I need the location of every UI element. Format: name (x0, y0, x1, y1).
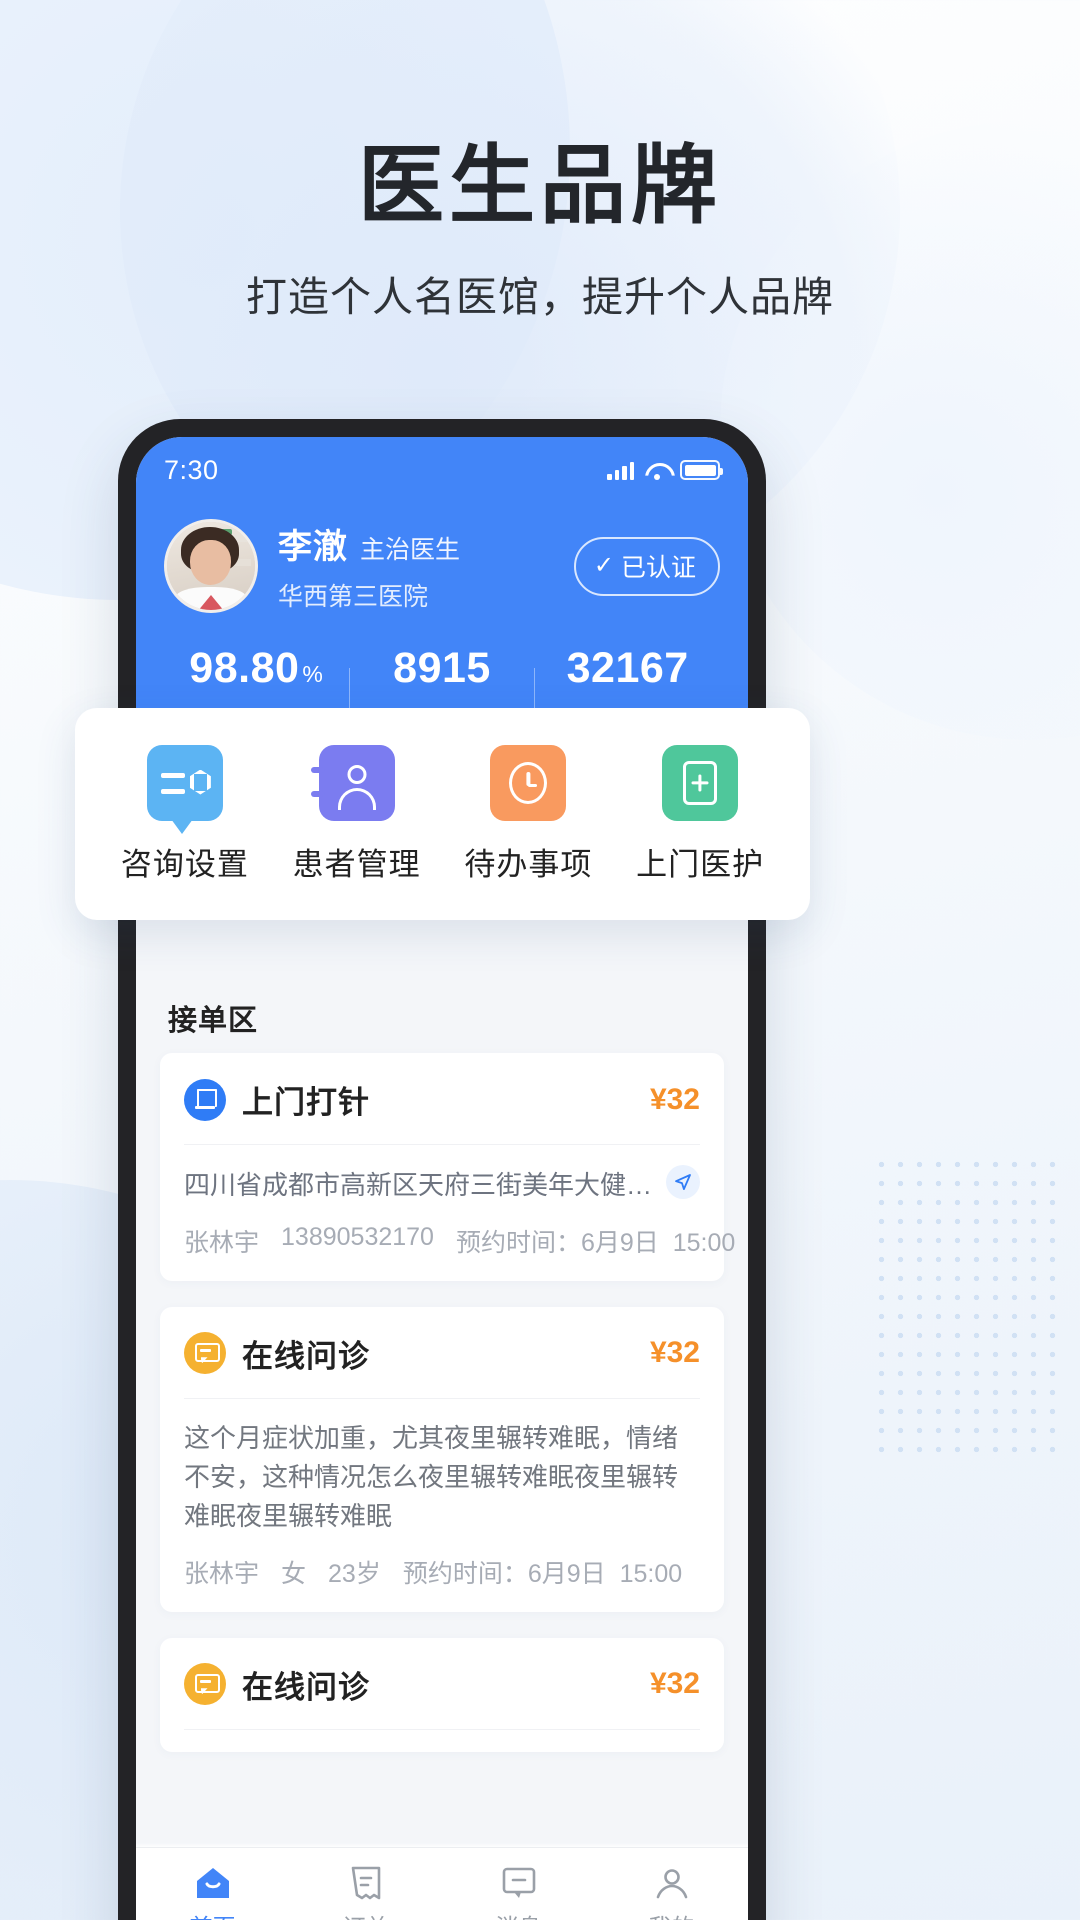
profile-icon (595, 1862, 748, 1904)
wifi-icon (645, 461, 669, 480)
section-title-orders: 接单区 (168, 1005, 259, 1037)
content-area: 接单区 上门打针 ¥32 四川省成都市高新区天府三街美年大健康体检中... 张林… (136, 997, 748, 1752)
order-price: ¥32 (649, 1336, 700, 1370)
order-card[interactable]: 在线问诊 ¥32 (160, 1637, 724, 1752)
doctor-text: 李澈 主治医生 华西第三医院 (278, 519, 460, 613)
stat-rating-unit: % (302, 661, 324, 687)
phone-screen: 7:30 李澈 主治医生 华西第三医院 ✓ 已认证 98.80 % 8915 3… (136, 437, 748, 1920)
chat-consult-icon (184, 1332, 226, 1375)
order-address-row: 四川省成都市高新区天府三街美年大健康体检中... (184, 1165, 700, 1205)
order-time: 15:00 (619, 1559, 683, 1588)
quick-action-patient-manage[interactable]: 患者管理 (277, 744, 437, 884)
stat-rating-value: 98.80 (189, 644, 300, 692)
quick-action-consult-settings[interactable]: 咨询设置 (105, 744, 265, 884)
tab-profile-label: 我的 (595, 1908, 748, 1920)
home-care-icon (662, 744, 739, 821)
todo-clock-icon (490, 744, 567, 821)
order-patient-name: 张林宇 (184, 1559, 260, 1588)
quick-actions-card: 咨询设置 患者管理 待办事项 上门医护 (75, 708, 810, 920)
message-icon (442, 1862, 595, 1904)
order-address: 四川省成都市高新区天府三街美年大健康体检中... (184, 1170, 654, 1200)
battery-icon (680, 460, 723, 480)
doctor-hospital: 华西第三医院 (278, 583, 429, 611)
order-header: 在线问诊 ¥32 (184, 1307, 700, 1399)
order-price: ¥32 (649, 1667, 700, 1701)
door-visit-icon (184, 1078, 226, 1121)
tab-messages-label: 消息 (442, 1908, 595, 1920)
order-icon (289, 1862, 442, 1904)
dot-pattern (872, 1155, 1062, 1455)
quick-action-label: 上门医护 (636, 846, 765, 882)
check-icon: ✓ (593, 551, 614, 579)
tab-home-label: 首页 (136, 1908, 289, 1920)
status-time: 7:30 (164, 454, 219, 485)
order-card[interactable]: 上门打针 ¥32 四川省成都市高新区天府三街美年大健康体检中... 张林宇 13… (160, 1053, 735, 1281)
order-patient-name: 张林宇 (184, 1228, 260, 1257)
tab-orders[interactable]: 订单 (289, 1862, 442, 1920)
signal-bars-icon (607, 461, 634, 480)
order-time: 15:00 (672, 1228, 736, 1257)
order-meta: 张林宇 女 23岁 预约时间：6月9日 15:00 (184, 1554, 700, 1590)
avatar (164, 519, 258, 613)
page-title: 医生品牌 (358, 138, 722, 234)
order-patient-phone: 13890532170 (281, 1222, 434, 1251)
quick-action-label: 待办事项 (464, 846, 593, 882)
stat-month-orders-value: 8915 (393, 644, 491, 692)
quick-action-home-care[interactable]: 上门医护 (620, 744, 780, 884)
order-description: 这个月症状加重，尤其夜里辗转难眠，情绪不安，这种情况怎么夜里辗转难眠夜里辗转难眠… (184, 1422, 679, 1531)
doctor-name: 李澈 (278, 528, 348, 566)
promo-headings: 医生品牌 打造个人名医馆，提升个人品牌 (0, 0, 1080, 324)
order-header: 在线问诊 ¥32 (184, 1638, 700, 1730)
doctor-title: 主治医生 (360, 536, 461, 564)
order-date: 6月9日 (580, 1228, 659, 1257)
order-patient-gender: 女 (281, 1559, 307, 1588)
order-card[interactable]: 在线问诊 ¥32 这个月症状加重，尤其夜里辗转难眠，情绪不安，这种情况怎么夜里辗… (160, 1306, 724, 1612)
quick-action-label: 患者管理 (292, 846, 421, 882)
order-header: 上门打针 ¥32 (184, 1053, 700, 1145)
status-indicators (607, 460, 723, 480)
order-date: 6月9日 (527, 1559, 606, 1588)
order-time-label: 预约时间： (455, 1228, 581, 1257)
order-patient-age: 23岁 (328, 1559, 381, 1588)
home-icon (136, 1862, 289, 1904)
tab-home[interactable]: 首页 (136, 1862, 289, 1920)
order-meta: 张林宇 13890532170 预约时间：6月9日 15:00 (184, 1222, 735, 1259)
order-type: 上门打针 (242, 1085, 370, 1120)
consult-settings-icon (146, 744, 223, 834)
verified-label: 已认证 (620, 553, 696, 582)
stat-total-orders-value: 32167 (566, 644, 689, 692)
tab-messages[interactable]: 消息 (442, 1862, 595, 1920)
navigate-icon[interactable] (666, 1165, 700, 1199)
page-subtitle: 打造个人名医馆，提升个人品牌 (246, 273, 834, 320)
order-time-label: 预约时间： (402, 1559, 528, 1588)
bottom-tab-bar: 首页 订单 消息 我的 (136, 1847, 748, 1920)
status-bar: 7:30 (164, 437, 723, 503)
verified-badge[interactable]: ✓ 已认证 (573, 536, 720, 596)
tab-orders-label: 订单 (289, 1908, 442, 1920)
patient-manage-icon (310, 744, 395, 821)
order-type: 在线问诊 (242, 1669, 370, 1705)
order-price: ¥32 (649, 1082, 700, 1116)
quick-action-label: 咨询设置 (120, 846, 249, 882)
chat-consult-icon (184, 1663, 226, 1706)
tab-profile[interactable]: 我的 (595, 1862, 748, 1920)
order-type: 在线问诊 (242, 1338, 370, 1374)
phone-mockup: 7:30 李澈 主治医生 华西第三医院 ✓ 已认证 98.80 % 8915 3… (118, 419, 766, 1920)
doctor-profile-row[interactable]: 李澈 主治医生 华西第三医院 ✓ 已认证 (164, 519, 720, 613)
quick-action-todo[interactable]: 待办事项 (448, 744, 608, 884)
